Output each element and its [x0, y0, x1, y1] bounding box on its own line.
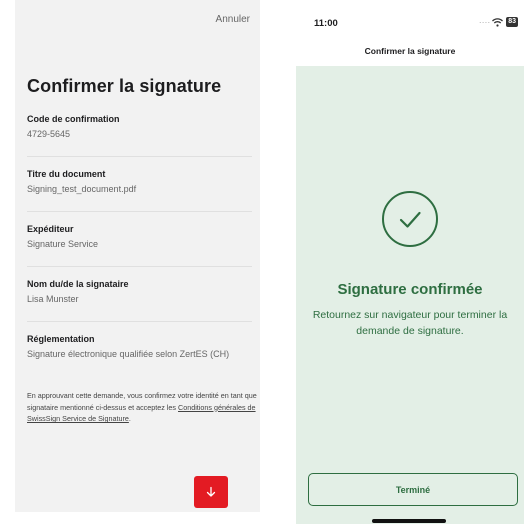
consent-text: En approuvant cette demande, vous confir… — [27, 390, 257, 425]
arrow-down-icon — [206, 486, 216, 497]
status-bar: 11:00 · · · · 83 — [296, 0, 524, 40]
field-document-title: Titre du document Signing_test_document.… — [27, 157, 252, 212]
field-value: Lisa Munster — [27, 294, 79, 304]
details-list: Code de confirmation 4729-5645 Titre du … — [27, 114, 252, 392]
page-title: Confirmer la signature — [27, 76, 222, 96]
field-regulation: Réglementation Signature électronique qu… — [27, 322, 252, 392]
field-confirmation-code: Code de confirmation 4729-5645 — [27, 114, 252, 157]
status-icons: · · · · 83 — [479, 17, 518, 27]
signal-dots-icon: · · · · — [478, 17, 490, 27]
field-label: Nom du/de la signataire — [27, 279, 129, 289]
next-button[interactable] — [194, 476, 228, 508]
cancel-link[interactable]: Annuler — [216, 14, 250, 25]
home-indicator — [372, 519, 446, 523]
field-signer-name: Nom du/de la signataire Lisa Munster — [27, 267, 252, 322]
done-button[interactable]: Terminé — [308, 473, 518, 506]
success-panel: Signature confirmée Retournez sur naviga… — [296, 66, 524, 524]
field-value: Signature Service — [27, 239, 99, 249]
signature-confirmed-screen: 11:00 · · · · 83 Confirmer la signature … — [296, 0, 524, 524]
nav-title: Confirmer la signature — [364, 46, 456, 56]
status-time: 11:00 — [314, 18, 338, 29]
success-title: Signature confirmée — [337, 281, 483, 298]
wifi-icon — [492, 17, 504, 27]
field-value: 4729-5645 — [27, 129, 71, 139]
field-value: Signing_test_document.pdf — [27, 184, 137, 194]
confirm-signature-screen: Annuler Confirmer la signature Code de c… — [15, 0, 260, 512]
field-label: Titre du document — [27, 169, 106, 179]
battery-icon: 83 — [506, 17, 518, 27]
field-label: Code de confirmation — [27, 114, 120, 124]
field-label: Réglementation — [27, 334, 95, 344]
field-label: Expéditeur — [27, 224, 74, 234]
field-sender: Expéditeur Signature Service — [27, 212, 252, 267]
field-value: Signature électronique qualifiée selon Z… — [27, 349, 230, 359]
success-message: Retournez sur navigateur pour terminer l… — [312, 309, 508, 337]
check-circle-icon — [382, 191, 438, 247]
consent-end: . — [128, 414, 131, 423]
